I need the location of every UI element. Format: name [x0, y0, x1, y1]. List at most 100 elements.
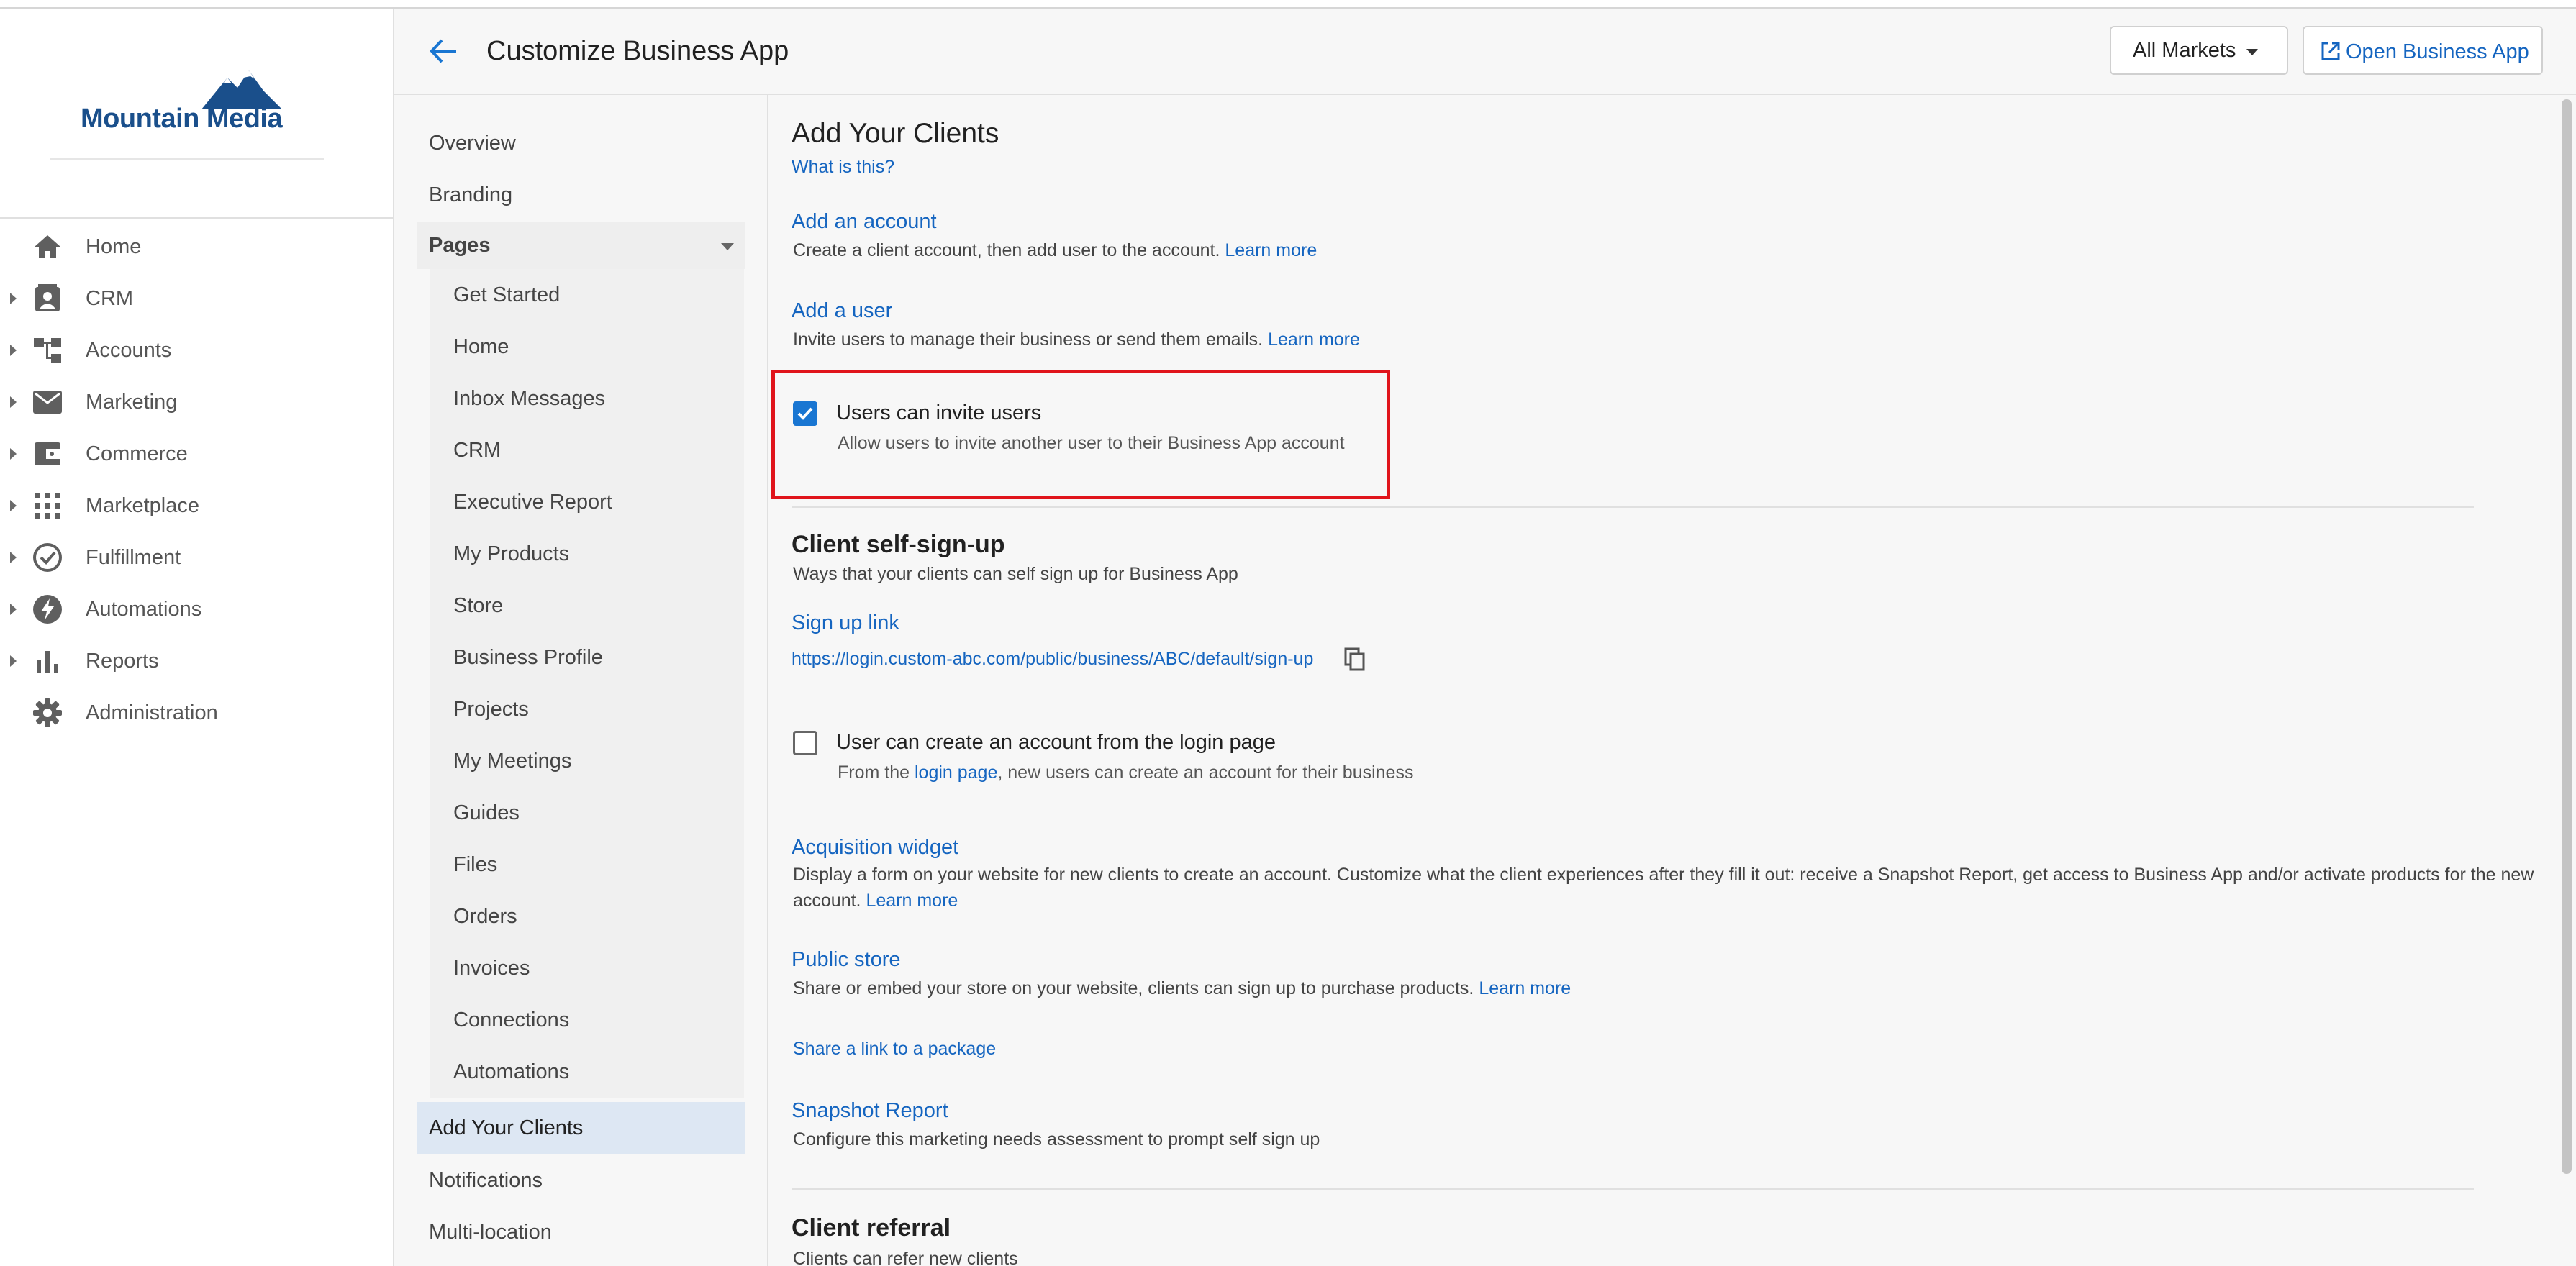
- public-store-description: Share or embed your store on your websit…: [793, 978, 1571, 999]
- expand-caret-icon[interactable]: [10, 345, 17, 356]
- sidebar-item-home[interactable]: Home: [0, 223, 393, 270]
- copy-icon[interactable]: [1344, 647, 1366, 672]
- sidebar-item-crm[interactable]: CRM: [0, 275, 393, 322]
- contact-card-icon: [32, 283, 63, 314]
- signup-url-link[interactable]: https://login.custom-abc.com/public/busi…: [792, 649, 1313, 670]
- sidebar-item-label: Home: [86, 234, 142, 258]
- share-package-link[interactable]: Share a link to a package: [793, 1039, 996, 1060]
- nav-divider: [0, 217, 393, 219]
- brand-logo[interactable]: Mountain Media: [81, 66, 304, 147]
- sidebar-item-administration[interactable]: Administration: [0, 689, 393, 737]
- submenu-page-my-products[interactable]: My Products: [430, 528, 744, 580]
- signup-link-title[interactable]: Sign up link: [792, 611, 899, 635]
- sidebar-item-accounts[interactable]: Accounts: [0, 327, 393, 374]
- check-circle-icon: [32, 542, 63, 573]
- acquisition-learn-more-link[interactable]: Learn more: [866, 891, 958, 911]
- users-can-invite-description: Allow users to invite another user to th…: [838, 433, 1345, 453]
- markets-dropdown[interactable]: All Markets: [2110, 26, 2288, 75]
- client-self-signup-description: Ways that your clients can self sign up …: [793, 564, 1238, 584]
- sidebar-item-label: Automations: [86, 597, 202, 621]
- page-header: Customize Business App All Markets Open …: [394, 9, 2576, 95]
- page-title: Customize Business App: [486, 36, 789, 66]
- submenu-page-guides[interactable]: Guides: [430, 787, 744, 839]
- sidebar-item-fulfillment[interactable]: Fulfillment: [0, 534, 393, 581]
- sidebar-item-commerce[interactable]: Commerce: [0, 430, 393, 478]
- main-scrollbar[interactable]: [2562, 99, 2572, 1174]
- back-arrow-icon[interactable]: [426, 33, 462, 69]
- login-page-signup-label[interactable]: User can create an account from the logi…: [836, 731, 1276, 755]
- submenu-page-connections[interactable]: Connections: [430, 994, 744, 1046]
- gear-icon: [32, 697, 63, 729]
- checkmark-icon: [797, 407, 813, 420]
- submenu-page-orders[interactable]: Orders: [430, 891, 744, 942]
- users-can-invite-checkbox[interactable]: [793, 401, 817, 426]
- submenu-page-business-profile[interactable]: Business Profile: [430, 632, 744, 683]
- sidebar-item-label: CRM: [86, 286, 134, 310]
- bolt-icon: [32, 593, 63, 625]
- submenu-page-automations[interactable]: Automations: [430, 1046, 744, 1098]
- sidebar-item-marketing[interactable]: Marketing: [0, 378, 393, 426]
- login-page-signup-description: From the login page, new users can creat…: [838, 762, 1413, 783]
- public-store-link[interactable]: Public store: [792, 948, 901, 972]
- client-self-signup-title: Client self-sign-up: [792, 531, 1005, 558]
- markets-dropdown-label: All Markets: [2133, 38, 2236, 62]
- envelope-icon: [32, 386, 63, 418]
- expand-caret-icon[interactable]: [10, 655, 17, 667]
- expand-caret-icon[interactable]: [10, 448, 17, 460]
- public-store-text: Share or embed your store on your websit…: [793, 978, 1474, 998]
- submenu-add-your-clients[interactable]: Add Your Clients: [417, 1102, 745, 1154]
- acquisition-widget-description: Display a form on your website for new c…: [793, 862, 2534, 914]
- submenu-page-my-meetings[interactable]: My Meetings: [430, 735, 744, 787]
- submenu-page-get-started[interactable]: Get Started: [430, 269, 744, 321]
- add-user-link[interactable]: Add a user: [792, 299, 892, 323]
- submenu-branding[interactable]: Branding: [429, 171, 745, 219]
- what-is-this-link[interactable]: What is this?: [792, 157, 894, 178]
- wallet-icon: [32, 438, 63, 470]
- expand-caret-icon[interactable]: [10, 500, 17, 511]
- section-divider: [792, 1188, 2474, 1190]
- login-page-signup-checkbox[interactable]: [793, 731, 817, 755]
- expand-caret-icon[interactable]: [10, 396, 17, 408]
- external-link-icon: [2321, 42, 2340, 60]
- users-can-invite-label[interactable]: Users can invite users: [836, 401, 1041, 425]
- login-page-desc-suffix: , new users can create an account for th…: [997, 762, 1414, 783]
- expand-caret-icon[interactable]: [10, 293, 17, 304]
- submenu-page-inbox-messages[interactable]: Inbox Messages: [430, 373, 744, 424]
- submenu-multi-location[interactable]: Multi-location: [429, 1208, 745, 1256]
- expand-caret-icon[interactable]: [10, 604, 17, 615]
- submenu-page-store[interactable]: Store: [430, 580, 744, 632]
- add-account-learn-more-link[interactable]: Learn more: [1225, 240, 1317, 260]
- main-content: Add Your Clients What is this? Add an ac…: [768, 95, 2559, 1266]
- submenu-notifications[interactable]: Notifications: [429, 1157, 745, 1204]
- add-user-text: Invite users to manage their business or…: [793, 329, 1264, 350]
- mountain-logo-icon: [201, 70, 282, 109]
- grid-icon: [32, 490, 63, 522]
- snapshot-report-link[interactable]: Snapshot Report: [792, 1099, 948, 1123]
- expand-caret-icon[interactable]: [10, 552, 17, 563]
- acquisition-widget-link[interactable]: Acquisition widget: [792, 836, 958, 860]
- sidebar-item-label: Commerce: [86, 442, 188, 465]
- submenu-page-projects[interactable]: Projects: [430, 683, 744, 735]
- submenu-page-executive-report[interactable]: Executive Report: [430, 476, 744, 528]
- dropdown-arrow-icon: [2246, 49, 2258, 55]
- add-account-link[interactable]: Add an account: [792, 210, 937, 234]
- submenu-pages-toggle[interactable]: Pages: [417, 222, 745, 269]
- submenu-page-crm[interactable]: CRM: [430, 424, 744, 476]
- submenu-page-files[interactable]: Files: [430, 839, 744, 891]
- sidebar-item-marketplace[interactable]: Marketplace: [0, 482, 393, 529]
- chevron-down-icon: [721, 243, 734, 250]
- sidebar-item-reports[interactable]: Reports: [0, 637, 393, 685]
- public-store-learn-more-link[interactable]: Learn more: [1479, 978, 1571, 998]
- submenu-overview[interactable]: Overview: [429, 119, 745, 167]
- sidebar-item-label: Marketing: [86, 390, 178, 414]
- add-user-learn-more-link[interactable]: Learn more: [1268, 329, 1360, 350]
- sidebar-item-automations[interactable]: Automations: [0, 586, 393, 633]
- submenu-page-invoices[interactable]: Invoices: [430, 942, 744, 994]
- open-business-app-button[interactable]: Open Business App: [2303, 26, 2543, 75]
- submenu-pages-label: Pages: [429, 233, 491, 257]
- client-referral-description: Clients can refer new clients: [793, 1249, 1018, 1266]
- sidebar-item-label: Reports: [86, 649, 159, 673]
- customize-submenu: Overview Branding Pages Get Started Home…: [394, 95, 768, 1266]
- submenu-page-home[interactable]: Home: [430, 321, 744, 373]
- login-page-link[interactable]: login page: [915, 762, 997, 783]
